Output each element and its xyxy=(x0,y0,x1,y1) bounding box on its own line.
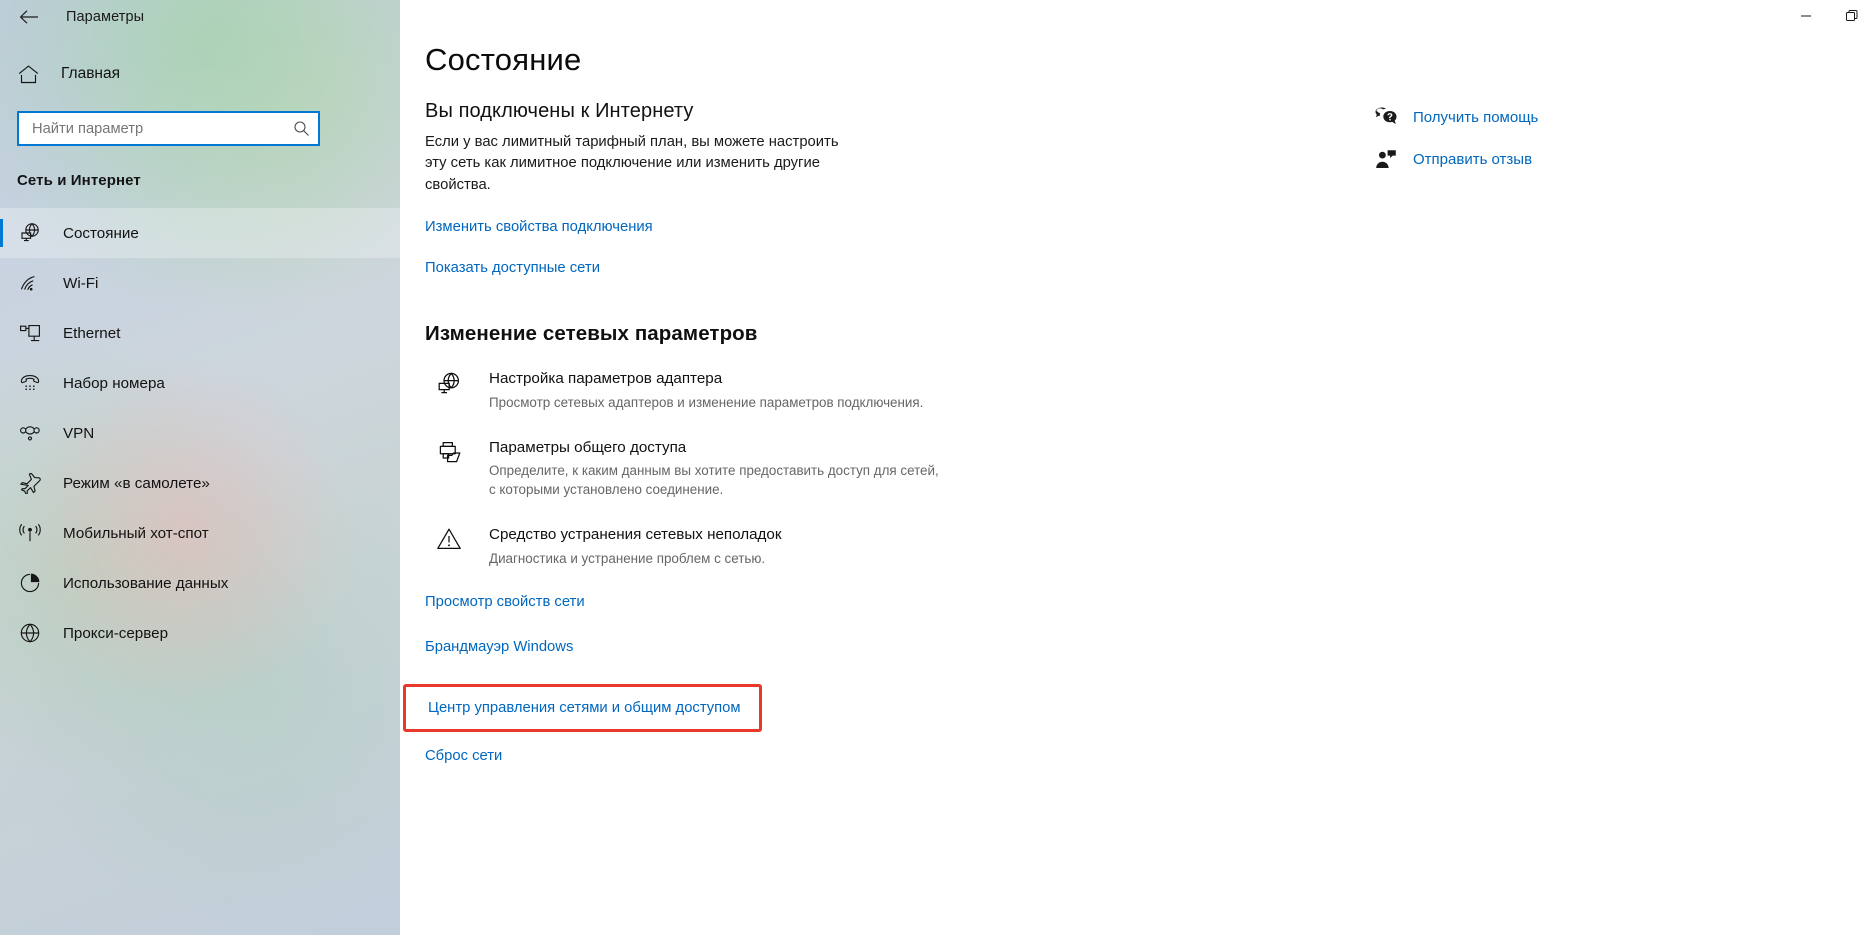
option-sharing-options-text: Параметры общего доступа Определите, к к… xyxy=(489,438,941,500)
network-settings-header: Изменение сетевых параметров xyxy=(425,322,758,346)
main-content: Состояние Вы подключены к Интернету Если… xyxy=(400,0,1875,935)
link-windows-firewall[interactable]: Брандмауэр Windows xyxy=(425,639,1325,655)
highlight-annotation-box: Центр управления сетями и общим доступом xyxy=(403,684,762,733)
selection-accent-bar xyxy=(0,219,3,247)
sidebar-item-ethernet-label: Ethernet xyxy=(63,324,121,342)
option-adapter-settings-text: Настройка параметров адаптера Просмотр с… xyxy=(489,369,923,412)
right-rail: Получить помощь Отправить отзыв xyxy=(1375,100,1705,184)
proxy-globe-icon xyxy=(17,622,42,644)
sidebar-item-dialup-label: Набор номера xyxy=(63,374,165,392)
link-network-and-sharing-center[interactable]: Центр управления сетями и общим доступом xyxy=(428,700,741,716)
sidebar: Параметры Главная Найти параметр Сеть и … xyxy=(0,0,400,935)
link-change-connection-properties[interactable]: Изменить свойства подключения xyxy=(425,219,653,235)
app-title: Параметры xyxy=(66,9,145,25)
option-network-troubleshooter-text: Средство устранения сетевых неполадок Ди… xyxy=(489,525,782,568)
sidebar-item-status-label: Состояние xyxy=(63,224,139,242)
option-sharing-options-title: Параметры общего доступа xyxy=(489,438,687,456)
sidebar-item-airplane-mode-label: Режим «в самолете» xyxy=(63,474,210,492)
get-help-label: Получить помощь xyxy=(1413,108,1539,126)
sidebar-item-vpn[interactable]: VPN xyxy=(0,408,400,458)
settings-window: Параметры Главная Найти параметр Сеть и … xyxy=(0,0,1875,935)
hotspot-icon xyxy=(17,523,42,543)
sidebar-item-wifi-label: Wi-Fi xyxy=(63,274,99,292)
sidebar-item-proxy[interactable]: Прокси-сервер xyxy=(0,608,400,658)
ethernet-icon xyxy=(17,323,42,343)
search-box[interactable] xyxy=(17,111,320,146)
sidebar-item-vpn-label: VPN xyxy=(63,424,95,442)
sidebar-item-wifi[interactable]: Wi-Fi xyxy=(0,258,400,308)
help-question-bubble-icon xyxy=(1375,107,1397,127)
sidebar-nav: Состояние Wi-Fi Ethernet Набор номера VP… xyxy=(0,208,400,658)
sidebar-item-status[interactable]: Состояние xyxy=(0,208,400,258)
link-network-reset[interactable]: Сброс сети xyxy=(425,748,1325,764)
link-show-available-networks[interactable]: Показать доступные сети xyxy=(425,260,600,276)
option-adapter-settings-subtitle: Просмотр сетевых адаптеров и изменение п… xyxy=(489,394,924,410)
feedback-person-icon xyxy=(1375,149,1397,169)
sharing-printer-folder-icon xyxy=(435,438,463,500)
send-feedback-label: Отправить отзыв xyxy=(1413,150,1533,168)
content-column: Вы подключены к Интернету Если у вас лим… xyxy=(403,100,1325,793)
page-title: Состояние xyxy=(425,42,582,77)
option-adapter-settings-title: Настройка параметров адаптера xyxy=(489,370,723,388)
sidebar-item-data-usage[interactable]: Использование данных xyxy=(0,558,400,608)
globe-monitor-icon xyxy=(17,222,42,244)
option-network-troubleshooter-title: Средство устранения сетевых неполадок xyxy=(489,526,782,544)
bottom-links: Просмотр свойств сети Брандмауэр Windows… xyxy=(403,594,1325,764)
sidebar-item-airplane-mode[interactable]: Режим «в самолете» xyxy=(0,458,400,508)
data-usage-pie-icon xyxy=(17,572,42,594)
title-bar: Параметры xyxy=(0,0,400,34)
option-sharing-options-subtitle: Определите, к каким данным вы хотите пре… xyxy=(489,463,939,498)
back-arrow-icon[interactable] xyxy=(14,4,44,30)
sidebar-section-header: Сеть и Интернет xyxy=(17,172,141,189)
option-network-troubleshooter[interactable]: Средство устранения сетевых неполадок Ди… xyxy=(425,525,1325,568)
sidebar-item-data-usage-label: Использование данных xyxy=(63,574,229,592)
sidebar-item-ethernet[interactable]: Ethernet xyxy=(0,308,400,358)
option-network-troubleshooter-subtitle: Диагностика и устранение проблем с сетью… xyxy=(489,551,766,566)
search-icon[interactable] xyxy=(289,120,310,137)
window-controls xyxy=(1783,0,1875,32)
connection-status-title: Вы подключены к Интернету xyxy=(425,100,694,122)
send-feedback-row[interactable]: Отправить отзыв xyxy=(1375,142,1705,176)
get-help-row[interactable]: Получить помощь xyxy=(1375,100,1705,134)
sidebar-item-proxy-label: Прокси-сервер xyxy=(63,624,169,642)
minimize-button[interactable] xyxy=(1783,0,1829,32)
sidebar-item-mobile-hotspot-label: Мобильный хот-спот xyxy=(63,524,209,542)
wifi-icon xyxy=(17,274,42,293)
show-networks-row: Показать доступные сети xyxy=(425,259,1325,277)
change-properties-row: Изменить свойства подключения xyxy=(425,218,1325,236)
option-sharing-options[interactable]: Параметры общего доступа Определите, к к… xyxy=(425,438,1325,500)
airplane-icon xyxy=(17,472,42,494)
search-input[interactable] xyxy=(32,120,289,137)
dialup-phone-icon xyxy=(17,373,42,393)
sidebar-item-mobile-hotspot[interactable]: Мобильный хот-спот xyxy=(0,508,400,558)
home-icon xyxy=(16,64,40,84)
warning-triangle-icon xyxy=(435,525,463,568)
link-view-network-properties[interactable]: Просмотр свойств сети xyxy=(425,594,1325,610)
sidebar-item-dialup[interactable]: Набор номера xyxy=(0,358,400,408)
option-adapter-settings[interactable]: Настройка параметров адаптера Просмотр с… xyxy=(425,369,1325,412)
network-settings-options: Настройка параметров адаптера Просмотр с… xyxy=(425,369,1325,568)
vpn-icon xyxy=(17,424,42,442)
connection-status-description: Если у вас лимитный тарифный план, вы мо… xyxy=(425,134,839,193)
restore-button[interactable] xyxy=(1829,0,1875,32)
sidebar-item-home-label: Главная xyxy=(61,65,120,82)
sidebar-item-home[interactable]: Главная xyxy=(0,54,400,94)
adapter-globe-icon xyxy=(435,369,463,412)
